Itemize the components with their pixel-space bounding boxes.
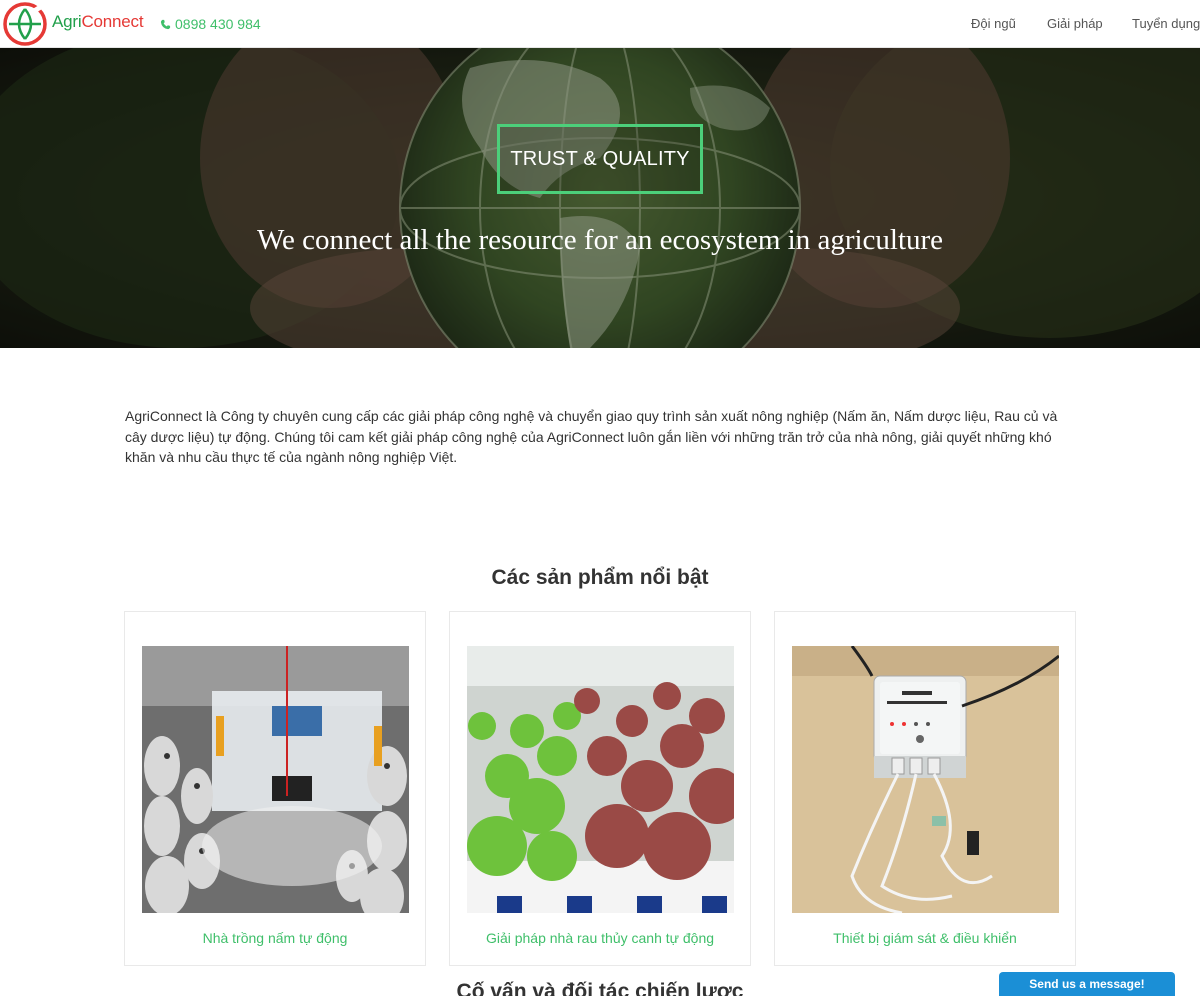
nav-item-solutions[interactable]: Giải pháp bbox=[1047, 16, 1117, 31]
nav-item-careers[interactable]: Tuyển dụng bbox=[1132, 16, 1200, 31]
product-caption[interactable]: Thiết bị giám sát & điều khiển bbox=[775, 930, 1075, 946]
brand-connect: Connect bbox=[81, 12, 144, 31]
phone-number: 0898 430 984 bbox=[175, 16, 261, 32]
product-caption[interactable]: Giải pháp nhà rau thủy canh tự động bbox=[450, 930, 750, 946]
phone-icon bbox=[160, 19, 171, 29]
badge-text: TRUST & QUALITY bbox=[510, 147, 690, 170]
product-card-monitoring-device[interactable]: Thiết bị giám sát & điều khiển bbox=[774, 611, 1076, 966]
phone-link[interactable]: 0898 430 984 bbox=[160, 16, 261, 32]
product-card-hydroponic[interactable]: Giải pháp nhà rau thủy canh tự động bbox=[449, 611, 751, 966]
product-image-mushroom-house[interactable] bbox=[142, 646, 409, 913]
brand-name[interactable]: AgriConnect bbox=[52, 12, 144, 32]
hero-banner: TRUST & QUALITY We connect all the resou… bbox=[0, 48, 1200, 348]
product-caption[interactable]: Nhà trồng nấm tự động bbox=[125, 930, 425, 946]
products-section-title: Các sản phẩm nổi bật bbox=[491, 566, 709, 589]
product-card-mushroom-house[interactable]: Nhà trồng nấm tự động bbox=[124, 611, 426, 966]
agriconnect-logo-icon[interactable] bbox=[2, 1, 48, 47]
hero-headline: We connect all the resource for an ecosy… bbox=[256, 224, 944, 256]
hero-overlay bbox=[0, 48, 1200, 348]
product-image-monitoring-device[interactable] bbox=[792, 646, 1059, 913]
nav-item-team[interactable]: Đội ngũ bbox=[971, 16, 1031, 31]
navbar: AgriConnect 0898 430 984 Đội ngũ Giải ph… bbox=[0, 0, 1200, 48]
intro-paragraph: AgriConnect là Công ty chuyên cung cấp c… bbox=[125, 408, 1058, 465]
send-message-button[interactable]: Send us a message! bbox=[999, 972, 1175, 996]
brand-agri: Agri bbox=[52, 12, 82, 31]
trust-quality-badge: TRUST & QUALITY bbox=[497, 124, 703, 194]
product-image-hydroponic[interactable] bbox=[467, 646, 734, 913]
